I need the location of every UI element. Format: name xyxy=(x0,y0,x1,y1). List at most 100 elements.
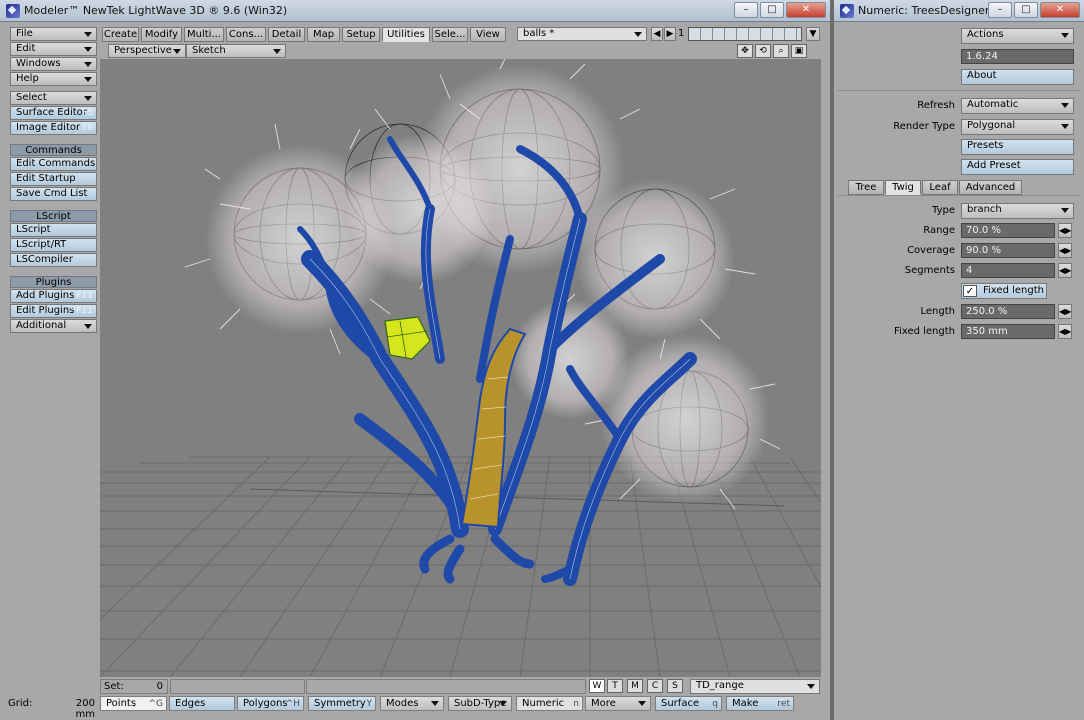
tab-utilities[interactable]: Utilities xyxy=(382,27,430,42)
surface-label: Surface xyxy=(661,698,700,709)
tab-setup[interactable]: Setup xyxy=(342,27,380,42)
zoom-view-icon[interactable]: ⌕ xyxy=(773,44,789,58)
tab-tree[interactable]: Tree xyxy=(848,180,884,195)
surface-editor-button[interactable]: Surface Editor F5 xyxy=(10,106,97,120)
lscompiler-button[interactable]: LSCompiler xyxy=(10,253,97,267)
selected-polygons xyxy=(384,316,431,360)
add-preset-button[interactable]: Add Preset xyxy=(961,159,1074,175)
weight-map-toggle[interactable]: W xyxy=(589,679,605,693)
refresh-label: Refresh xyxy=(917,100,955,111)
add-plugins-button[interactable]: Add Plugins F11 xyxy=(10,289,97,303)
edit-commands-button[interactable]: Edit Commands xyxy=(10,157,97,171)
edges-mode-button[interactable]: Edges xyxy=(169,696,235,711)
numeric-titlebar: Numeric: TreesDesigner ... – □ ✕ xyxy=(834,0,1084,22)
minimize-button[interactable]: – xyxy=(734,2,758,18)
subd-type-menu[interactable]: SubD-Type xyxy=(448,696,512,711)
edit-startup-button[interactable]: Edit Startup xyxy=(10,172,97,186)
segments-spin-icon[interactable]: ◀▶ xyxy=(1058,263,1072,278)
segments-field[interactable]: 4 xyxy=(961,263,1055,278)
shortcut-label: ret xyxy=(777,699,790,709)
rotate-view-icon[interactable]: ⟲ xyxy=(755,44,771,58)
tab-leaf[interactable]: Leaf xyxy=(922,180,958,195)
view-mode-select[interactable]: Perspective xyxy=(108,44,186,58)
texture-map-toggle[interactable]: T xyxy=(607,679,623,693)
range-spin-icon[interactable]: ◀▶ xyxy=(1058,223,1072,238)
length-field[interactable]: 250.0 % xyxy=(961,304,1055,319)
morph-map-toggle[interactable]: M xyxy=(627,679,643,693)
layer-next-arrow-icon[interactable]: ▶ xyxy=(664,27,676,41)
about-button[interactable]: About xyxy=(961,69,1074,85)
layer-prev-arrow-icon[interactable]: ◀ xyxy=(651,27,663,41)
minimize-button[interactable]: – xyxy=(988,2,1012,18)
shortcut-label: n xyxy=(573,699,579,709)
commands-header: Commands xyxy=(10,144,97,156)
coverage-field[interactable]: 90.0 % xyxy=(961,243,1055,258)
fixed-length-field[interactable]: 350 mm xyxy=(961,324,1055,339)
tree-scene xyxy=(100,59,821,677)
maximize-view-icon[interactable]: ▣ xyxy=(791,44,807,58)
numeric-button[interactable]: Numeric n xyxy=(516,696,583,711)
points-mode-button[interactable]: Points ^G xyxy=(100,696,167,711)
edit-menu[interactable]: Edit xyxy=(10,42,97,56)
file-menu[interactable]: File xyxy=(10,27,97,41)
presets-button[interactable]: Presets xyxy=(961,139,1074,155)
tab-map[interactable]: Map xyxy=(307,27,340,42)
image-editor-button[interactable]: Image Editor F6 xyxy=(10,121,97,135)
lscript-rt-button[interactable]: LScript/RT xyxy=(10,238,97,252)
close-button[interactable]: ✕ xyxy=(786,2,826,18)
lscript-button[interactable]: LScript xyxy=(10,223,97,237)
refresh-select[interactable]: Automatic xyxy=(961,98,1074,114)
modeler-titlebar: Modeler™ NewTek LightWave 3D ® 9.6 (Win3… xyxy=(0,0,830,22)
perspective-viewport[interactable] xyxy=(100,59,821,677)
polygons-mode-button[interactable]: Polygons ^H xyxy=(237,696,304,711)
length-spin-icon[interactable]: ◀▶ xyxy=(1058,304,1072,319)
edit-plugins-button[interactable]: Edit Plugins ^F11 xyxy=(10,304,97,318)
modes-menu[interactable]: Modes xyxy=(380,696,444,711)
selection-map-toggle[interactable]: S xyxy=(667,679,683,693)
render-mode-select[interactable]: Sketch xyxy=(186,44,286,58)
layer-dropdown-icon[interactable]: ▼ xyxy=(806,27,820,41)
tab-detail[interactable]: Detail xyxy=(268,27,305,42)
fixed-length-checkbox[interactable]: ✓ Fixed length xyxy=(961,283,1047,299)
tab-view[interactable]: View xyxy=(470,27,506,42)
layer-buttons[interactable] xyxy=(688,27,802,41)
help-menu[interactable]: Help xyxy=(10,72,97,86)
window-title: Modeler™ NewTek LightWave 3D ® 9.6 (Win3… xyxy=(24,4,288,17)
render-type-select[interactable]: Polygonal xyxy=(961,119,1074,135)
divider xyxy=(838,90,1080,91)
actions-menu[interactable]: Actions xyxy=(961,28,1074,44)
type-select[interactable]: branch xyxy=(961,203,1074,219)
shortcut-label: F5 xyxy=(82,108,93,118)
layer-select[interactable]: balls * xyxy=(517,27,647,41)
windows-menu[interactable]: Windows xyxy=(10,57,97,71)
make-label: Make xyxy=(732,698,759,709)
maximize-button[interactable]: □ xyxy=(1014,2,1038,18)
tab-twig[interactable]: Twig xyxy=(885,180,921,195)
tab-advanced[interactable]: Advanced xyxy=(959,180,1022,195)
maximize-button[interactable]: □ xyxy=(760,2,784,18)
coverage-spin-icon[interactable]: ◀▶ xyxy=(1058,243,1072,258)
symmetry-button[interactable]: Symmetry Y xyxy=(308,696,376,711)
move-view-icon[interactable]: ✥ xyxy=(737,44,753,58)
make-button[interactable]: Make ret xyxy=(726,696,794,711)
range-field[interactable]: 70.0 % xyxy=(961,223,1055,238)
tab-select[interactable]: Sele... xyxy=(432,27,468,42)
more-menu[interactable]: More xyxy=(585,696,651,711)
surface-button[interactable]: Surface q xyxy=(655,696,722,711)
range-label: Range xyxy=(923,225,955,236)
surface-editor-label: Surface Editor xyxy=(16,107,87,118)
edit-plugins-label: Edit Plugins xyxy=(16,305,75,316)
color-map-toggle[interactable]: C xyxy=(647,679,663,693)
tab-construct[interactable]: Cons... xyxy=(226,27,266,42)
tab-multiply[interactable]: Multi... xyxy=(184,27,224,42)
additional-menu[interactable]: Additional xyxy=(10,319,97,333)
close-button[interactable]: ✕ xyxy=(1040,2,1080,18)
tab-modify[interactable]: Modify xyxy=(141,27,182,42)
vertex-map-select[interactable]: TD_range xyxy=(690,679,820,694)
type-label: Type xyxy=(932,205,955,216)
set-field[interactable]: Set: 0 xyxy=(100,679,168,694)
fixed-length-spin-icon[interactable]: ◀▶ xyxy=(1058,324,1072,339)
tab-create[interactable]: Create xyxy=(102,27,139,42)
select-menu[interactable]: Select xyxy=(10,91,97,105)
save-cmd-list-button[interactable]: Save Cmd List xyxy=(10,187,97,201)
